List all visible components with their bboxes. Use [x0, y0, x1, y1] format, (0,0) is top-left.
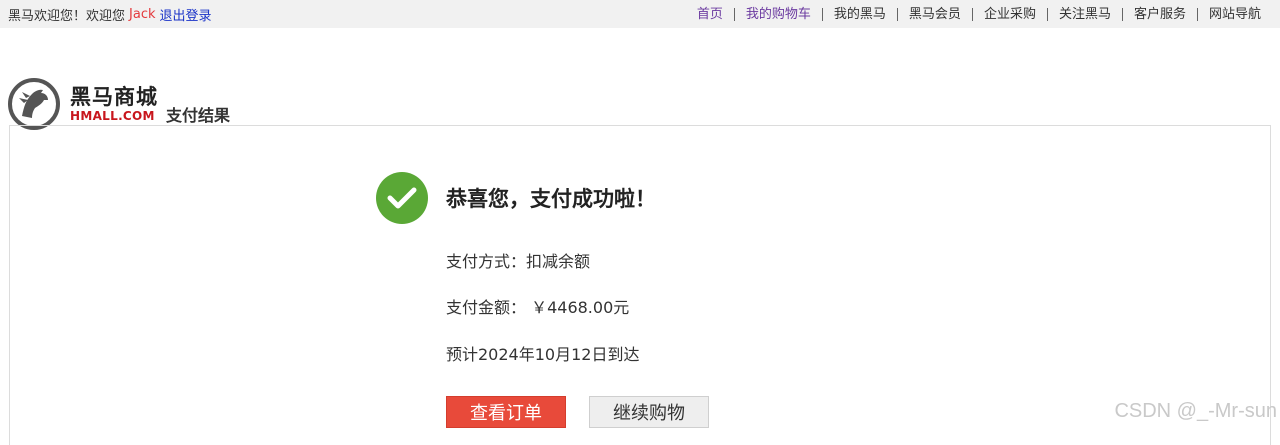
- horse-logo-icon[interactable]: [8, 78, 60, 130]
- logout-link[interactable]: 退出登录: [160, 5, 212, 24]
- welcome-area: 黑马欢迎您！欢迎您 Jack 退出登录: [8, 5, 212, 24]
- header: 黑马商城 HMALL.COM 支付结果: [0, 28, 1280, 130]
- greeting-text: 黑马欢迎您！欢迎您: [8, 8, 126, 24]
- nav-home[interactable]: 首页: [686, 8, 734, 21]
- view-order-button[interactable]: 查看订单: [446, 396, 566, 428]
- payment-amount: 支付金额： ￥4468.00元: [446, 298, 630, 317]
- success-title: 恭喜您，支付成功啦！: [446, 187, 656, 211]
- page-title: 支付结果: [166, 106, 231, 125]
- nav-my-account[interactable]: 我的黑马: [821, 7, 897, 21]
- brand-domain: HMALL.COM: [70, 109, 155, 123]
- nav-cart[interactable]: 我的购物车: [733, 7, 822, 21]
- nav-follow[interactable]: 关注黑马: [1046, 7, 1122, 21]
- payment-method: 支付方式：扣减余额: [446, 252, 591, 271]
- nav-service[interactable]: 客户服务: [1121, 7, 1197, 21]
- brand-name: 黑马商城: [70, 85, 158, 109]
- nav-sitemap[interactable]: 网站导航: [1196, 7, 1272, 21]
- username: Jack: [129, 6, 156, 22]
- delivery-estimate: 预计2024年10月12日到达: [446, 345, 640, 364]
- continue-shopping-button[interactable]: 继续购物: [589, 396, 709, 428]
- nav-membership[interactable]: 黑马会员: [896, 7, 972, 21]
- watermark: CSDN @_-Mr-sun: [1114, 400, 1277, 422]
- result-panel: 恭喜您，支付成功啦！ 支付方式：扣减余额 支付金额： ￥4468.00元 预计2…: [9, 125, 1271, 445]
- brand[interactable]: 黑马商城 HMALL.COM: [70, 85, 158, 123]
- top-bar: 黑马欢迎您！欢迎您 Jack 退出登录 首页 我的购物车 我的黑马 黑马会员 企…: [0, 0, 1280, 28]
- top-nav: 首页 我的购物车 我的黑马 黑马会员 企业采购 关注黑马 客户服务 网站导航: [686, 7, 1272, 21]
- nav-enterprise[interactable]: 企业采购: [971, 7, 1047, 21]
- success-row: 恭喜您，支付成功啦！: [376, 172, 656, 224]
- success-check-icon: [376, 172, 428, 224]
